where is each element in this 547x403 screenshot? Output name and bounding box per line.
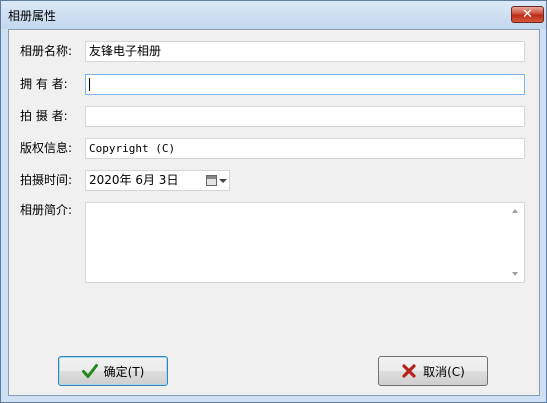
close-button[interactable]: ✕ [511,6,544,23]
album-name-label: 相册名称: [20,44,73,58]
copyright-label: 版权信息: [20,141,73,155]
owner-input[interactable] [85,74,525,95]
photographer-label: 拍 摄 者: [20,109,68,123]
shoot-date-value[interactable]: 2020年 6月 3日 [89,171,178,190]
photographer-input[interactable] [85,106,525,127]
title-bar[interactable]: 相册属性 ✕ [1,1,546,29]
scroll-up-icon[interactable] [512,209,518,213]
copyright-input[interactable]: Copyright (C) [85,138,525,159]
text-caret [89,78,90,91]
checkmark-icon [81,364,98,378]
cancel-button[interactable]: 取消(C) [378,356,488,386]
dialog-window: 相册属性 ✕ 相册名称: 友锋电子相册 拥 有 者: 拍 摄 者: 版权信息: … [0,0,547,403]
owner-label: 拥 有 者: [20,77,68,91]
x-mark-icon [402,364,416,378]
description-label: 相册简介: [20,203,73,217]
cancel-button-label: 取消(C) [423,364,465,379]
close-icon: ✕ [522,7,533,22]
ok-button-label: 确定(T) [103,364,145,379]
chevron-down-icon [219,179,227,183]
description-scrollbar[interactable] [507,203,524,282]
description-textarea[interactable] [85,202,525,283]
shoot-date-picker[interactable]: 2020年 6月 3日 [85,170,230,191]
window-title: 相册属性 [8,9,57,23]
copyright-value: Copyright (C) [89,142,176,155]
ok-button[interactable]: 确定(T) [58,356,168,386]
dialog-body: 相册名称: 友锋电子相册 拥 有 者: 拍 摄 者: 版权信息: Copyrig… [8,29,540,396]
album-name-value: 友锋电子相册 [89,44,162,58]
calendar-icon [206,175,217,186]
album-name-input[interactable]: 友锋电子相册 [85,41,525,62]
date-dropdown-button[interactable] [204,172,228,189]
scroll-down-icon[interactable] [512,272,518,276]
shoot-date-label: 拍摄时间: [20,173,73,187]
